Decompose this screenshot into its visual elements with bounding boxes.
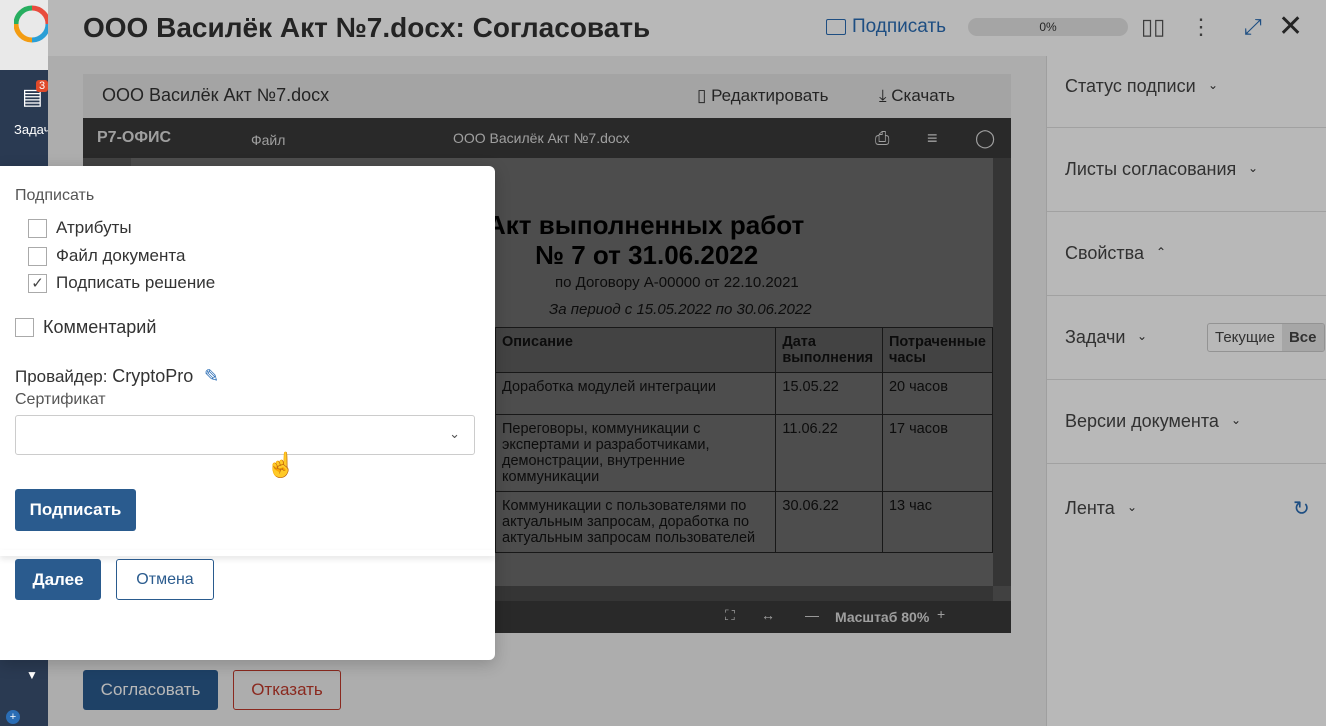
app-logo-icon (14, 5, 50, 43)
edit-provider-icon[interactable]: ✎ (204, 366, 219, 387)
provider-row: Провайдер: CryptoPro ✎ (15, 366, 219, 387)
document-file-label: Файл документа (56, 246, 186, 265)
option-attributes[interactable]: Атрибуты (28, 218, 132, 238)
sign-modal: Подписать Атрибуты Файл документа ✓ Подп… (0, 166, 495, 660)
certificate-select[interactable]: ⌄ (15, 415, 475, 455)
chevron-down-icon: ⌄ (449, 426, 460, 441)
next-button[interactable]: Далее (15, 559, 101, 600)
divider (0, 550, 495, 556)
tasks-nav-label[interactable]: Задач (14, 122, 50, 137)
provider-value: CryptoPro (112, 366, 194, 386)
document-file-checkbox[interactable] (28, 246, 47, 266)
comment-checkbox[interactable] (15, 318, 34, 337)
comment-label: Комментарий (43, 317, 157, 337)
collapse-caret-icon[interactable]: ▼ (26, 668, 38, 682)
sign-decision-checkbox[interactable]: ✓ (28, 273, 47, 293)
tasks-badge: 3 (36, 80, 49, 92)
hand-cursor-icon: ☝ (266, 452, 296, 479)
attributes-label: Атрибуты (56, 218, 132, 237)
option-sign-decision[interactable]: ✓ Подписать решение (28, 273, 215, 293)
certificate-label: Сертификат (15, 391, 106, 408)
sign-button[interactable]: Подписать (15, 489, 136, 531)
option-document-file[interactable]: Файл документа (28, 246, 185, 266)
provider-label: Провайдер: (15, 367, 108, 386)
add-icon[interactable]: + (6, 710, 20, 724)
sign-decision-label: Подписать решение (56, 273, 216, 292)
attributes-checkbox[interactable] (28, 218, 47, 238)
cancel-button[interactable]: Отмена (116, 559, 214, 600)
sign-options-heading: Подписать (15, 187, 95, 204)
option-comment[interactable]: Комментарий (15, 317, 156, 338)
